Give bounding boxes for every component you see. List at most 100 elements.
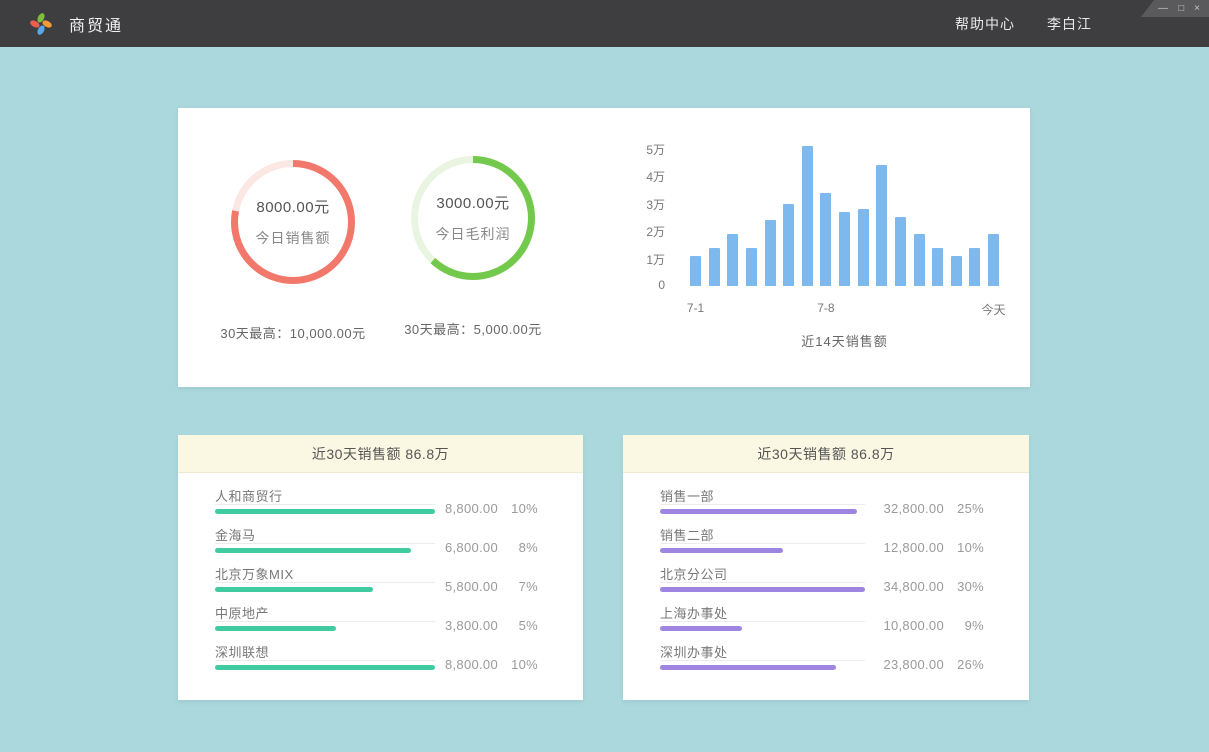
- department-sales-panel: 近30天销售额 86.8万 销售一部 32,800.0025% 销售二部12,800…: [623, 435, 1029, 700]
- list-item: 销售二部12,800.0010%: [660, 525, 984, 564]
- user-menu[interactable]: 李白江: [1047, 14, 1092, 34]
- row-percent: 5%: [498, 618, 538, 633]
- bar: [932, 248, 943, 287]
- customer-sales-panel: 近30天销售额 86.8万 人和商贸行8,800.0010%金海马6,800.0…: [178, 435, 583, 700]
- row-bar: [215, 626, 336, 631]
- row-label: 北京分公司: [660, 564, 865, 582]
- row-bar-track: [660, 504, 865, 514]
- row-label: 中原地产: [215, 603, 435, 621]
- row-percent: 7%: [498, 579, 538, 594]
- app-logo-icon: [28, 11, 54, 37]
- gauge-footnote: 30天最高：5,000.00元: [358, 319, 588, 338]
- list-item: 北京分公司34,800.0030%: [660, 564, 984, 603]
- y-tick-label: 1万: [603, 251, 665, 268]
- row-bar: [660, 509, 857, 514]
- bar: [839, 212, 850, 286]
- list-item: 金海马 6,800.008%: [215, 525, 538, 564]
- bar: [988, 234, 999, 286]
- row-value: 3,800.00: [445, 618, 498, 633]
- row-label: 北京万象MIX: [215, 564, 435, 582]
- row-percent: 26%: [944, 657, 984, 672]
- bar: [727, 234, 738, 286]
- panel-title: 近30天销售额 86.8万: [178, 435, 583, 473]
- list-item: 深圳办事处 23,800.0026%: [660, 642, 984, 681]
- list-item: 人和商贸行8,800.0010%: [215, 486, 538, 525]
- gauge-value: 8000.00元: [256, 196, 329, 217]
- row-percent: 8%: [498, 540, 538, 555]
- bar: [765, 220, 776, 286]
- row-label: 上海办事处: [660, 603, 865, 621]
- sales-14d-bar-chart: 01万2万3万4万5万 7-17-8今天 近14天销售额: [603, 135, 1003, 360]
- row-bar-track: [660, 543, 865, 553]
- row-bar-track: [215, 582, 435, 592]
- row-bar-track: [215, 504, 435, 514]
- list-item: 深圳联想 8,800.0010%: [215, 642, 538, 681]
- row-bar-track: [660, 660, 865, 670]
- bar: [895, 217, 906, 286]
- list-item: 中原地产 3,800.005%: [215, 603, 538, 642]
- gauge-value: 3000.00元: [436, 192, 509, 213]
- bar: [858, 209, 869, 286]
- list-item: 上海办事处 10,800.009%: [660, 603, 984, 642]
- dashboard: 8000.00元 今日销售额 30天最高：10,000.00元 3000.00元…: [0, 47, 1209, 752]
- y-tick-label: 3万: [603, 196, 665, 213]
- today-profit-gauge: 3000.00元 今日毛利润 30天最高：5,000.00元: [358, 153, 588, 338]
- row-bar: [215, 548, 411, 553]
- bar: [914, 234, 925, 286]
- x-tick-label: 7-8: [817, 301, 834, 315]
- bar: [969, 248, 980, 287]
- list-item: 销售一部 32,800.0025%: [660, 486, 984, 525]
- app-title: 商贸通: [69, 12, 123, 36]
- row-bar-track: [215, 621, 435, 631]
- row-bar: [215, 587, 373, 592]
- row-bar-track: [660, 582, 865, 592]
- bar: [783, 204, 794, 287]
- chart-title: 近14天销售额: [690, 331, 999, 350]
- close-button[interactable]: ×: [1194, 1, 1200, 16]
- y-tick-label: 2万: [603, 223, 665, 240]
- row-value: 23,800.00: [883, 657, 944, 672]
- row-bar: [215, 665, 435, 670]
- panel-title: 近30天销售额 86.8万: [623, 435, 1029, 473]
- row-percent: 10%: [944, 540, 984, 555]
- bar: [709, 248, 720, 287]
- row-label: 金海马: [215, 525, 435, 543]
- row-label: 深圳联想: [215, 642, 435, 660]
- row-bar-track: [215, 660, 435, 670]
- row-label: 深圳办事处: [660, 642, 865, 660]
- row-bar: [660, 665, 836, 670]
- titlebar-nav: 帮助中心 李白江: [955, 14, 1092, 34]
- row-label: 销售一部: [660, 486, 865, 504]
- row-bar: [215, 509, 435, 514]
- plot-area: [690, 148, 999, 286]
- bar: [690, 256, 701, 286]
- x-tick-label: 7-1: [687, 301, 704, 315]
- minimize-button[interactable]: —: [1158, 1, 1168, 16]
- gauge-label: 今日销售额: [256, 228, 331, 248]
- titlebar: 商贸通 帮助中心 李白江 — □ ×: [0, 0, 1209, 47]
- row-value: 32,800.00: [883, 501, 944, 516]
- overview-card: 8000.00元 今日销售额 30天最高：10,000.00元 3000.00元…: [178, 108, 1030, 387]
- row-percent: 25%: [944, 501, 984, 516]
- row-label: 销售二部: [660, 525, 865, 543]
- row-label: 人和商贸行: [215, 486, 435, 504]
- y-tick-label: 5万: [603, 141, 665, 158]
- maximize-button[interactable]: □: [1178, 1, 1184, 16]
- bar: [820, 193, 831, 287]
- row-bar-track: [660, 621, 865, 631]
- row-bar: [660, 626, 742, 631]
- row-value: 10,800.00: [883, 618, 944, 633]
- row-bar: [660, 587, 865, 592]
- row-percent: 9%: [944, 618, 984, 633]
- row-value: 8,800.00: [445, 657, 498, 672]
- row-percent: 10%: [498, 657, 538, 672]
- window-controls: — □ ×: [1141, 0, 1209, 17]
- bar: [951, 256, 962, 286]
- row-value: 34,800.00: [883, 579, 944, 594]
- bar: [876, 165, 887, 286]
- help-center-link[interactable]: 帮助中心: [955, 14, 1015, 34]
- y-tick-label: 4万: [603, 168, 665, 185]
- y-tick-label: 0: [603, 278, 665, 292]
- row-value: 5,800.00: [445, 579, 498, 594]
- row-value: 6,800.00: [445, 540, 498, 555]
